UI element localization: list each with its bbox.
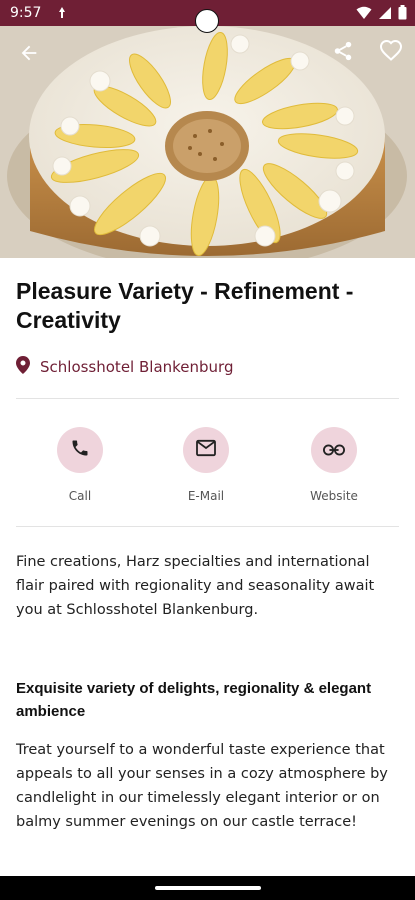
divider (16, 526, 399, 527)
data-saver-icon (57, 6, 67, 22)
phone-icon (70, 438, 90, 462)
share-button[interactable] (326, 36, 360, 70)
back-arrow-icon (18, 42, 40, 68)
hero-image (0, 26, 415, 258)
description: Fine creations, Harz specialties and int… (16, 554, 375, 618)
location-name: Schlosshotel Blankenburg (40, 358, 234, 376)
battery-icon (398, 5, 407, 24)
back-button[interactable] (12, 38, 46, 72)
website-circle (311, 427, 357, 473)
location-pin-icon (16, 356, 30, 378)
section-heading: Exquisite variety of delights, regionali… (16, 680, 372, 720)
favorite-button[interactable] (374, 36, 408, 70)
home-gesture-handle[interactable] (155, 886, 261, 890)
page-title: Pleasure Variety - Refinement - Creativi… (16, 278, 354, 333)
website-button[interactable]: Website (288, 427, 380, 503)
location-link[interactable]: Schlosshotel Blankenburg (16, 356, 233, 378)
link-icon (323, 441, 345, 460)
email-button[interactable]: E-Mail (160, 427, 252, 503)
heart-icon (379, 39, 403, 67)
email-circle (183, 427, 229, 473)
website-label: Website (310, 489, 358, 503)
section-body: Treat yourself to a wonderful taste expe… (16, 742, 388, 830)
navigation-bar (0, 876, 415, 900)
front-camera (195, 9, 219, 33)
call-button[interactable]: Call (34, 427, 126, 503)
divider (16, 398, 399, 399)
wifi-icon (356, 5, 372, 24)
call-circle (57, 427, 103, 473)
email-label: E-Mail (187, 489, 225, 503)
status-time: 9:57 (10, 5, 42, 21)
call-label: Call (68, 489, 92, 503)
mail-icon (195, 439, 217, 461)
signal-icon (378, 5, 392, 24)
share-icon (332, 40, 354, 66)
status-icons (356, 5, 407, 24)
